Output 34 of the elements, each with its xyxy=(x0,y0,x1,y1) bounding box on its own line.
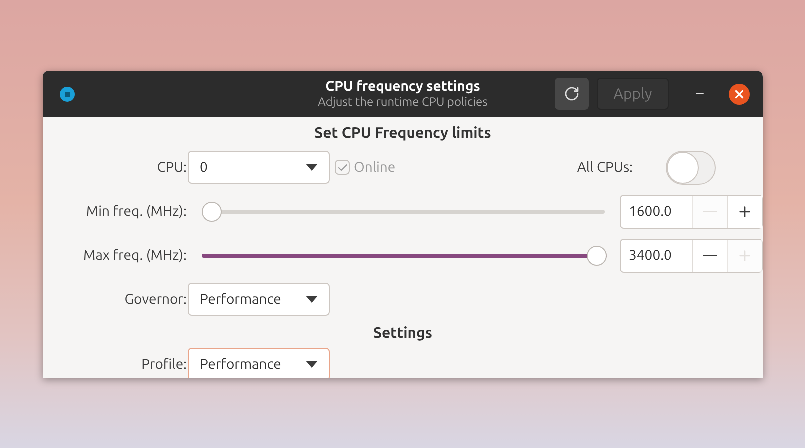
dropdown[interactable]: 0 xyxy=(188,151,330,184)
dropdown[interactable]: Performance xyxy=(188,283,330,316)
field-label: Min freq. (MHz): xyxy=(85,202,187,221)
refresh-icon xyxy=(564,86,580,102)
window-subtitle: Adjust the runtime CPU policies xyxy=(318,95,488,110)
field-label: CPU: xyxy=(156,158,187,177)
slider[interactable] xyxy=(202,246,607,266)
window-title: CPU frequency settings xyxy=(326,78,480,95)
check-icon xyxy=(336,162,348,174)
plus-button[interactable] xyxy=(727,196,762,228)
caret-icon xyxy=(306,360,318,368)
plus-icon xyxy=(737,204,753,220)
caret-icon xyxy=(306,296,318,303)
spin-box[interactable]: 1600.0 xyxy=(620,194,763,228)
field-label: Governor: xyxy=(124,290,187,309)
close-icon xyxy=(733,88,746,100)
toggle-switch[interactable] xyxy=(666,150,716,184)
refresh-button[interactable] xyxy=(555,78,589,110)
field-label: All CPUs: xyxy=(577,158,633,177)
field-label: Profile: xyxy=(140,354,187,374)
plus-icon xyxy=(737,248,753,264)
number-field[interactable]: 3400.0 xyxy=(621,240,692,272)
section-heading: Set CPU Frequency limits xyxy=(314,123,492,143)
caret-icon xyxy=(306,164,318,171)
dropdown[interactable]: Performance xyxy=(188,348,330,378)
field-label: Max freq. (MHz): xyxy=(82,246,187,265)
slider[interactable] xyxy=(202,202,607,222)
section-heading: Settings xyxy=(372,322,434,343)
close-button[interactable] xyxy=(729,84,750,104)
spin-box[interactable]: 3400.0 xyxy=(620,238,763,272)
minus-icon xyxy=(703,254,717,256)
number-field[interactable]: 1600.0 xyxy=(621,196,692,228)
checkbox-label: Online xyxy=(354,158,396,177)
app-icon xyxy=(60,86,75,102)
